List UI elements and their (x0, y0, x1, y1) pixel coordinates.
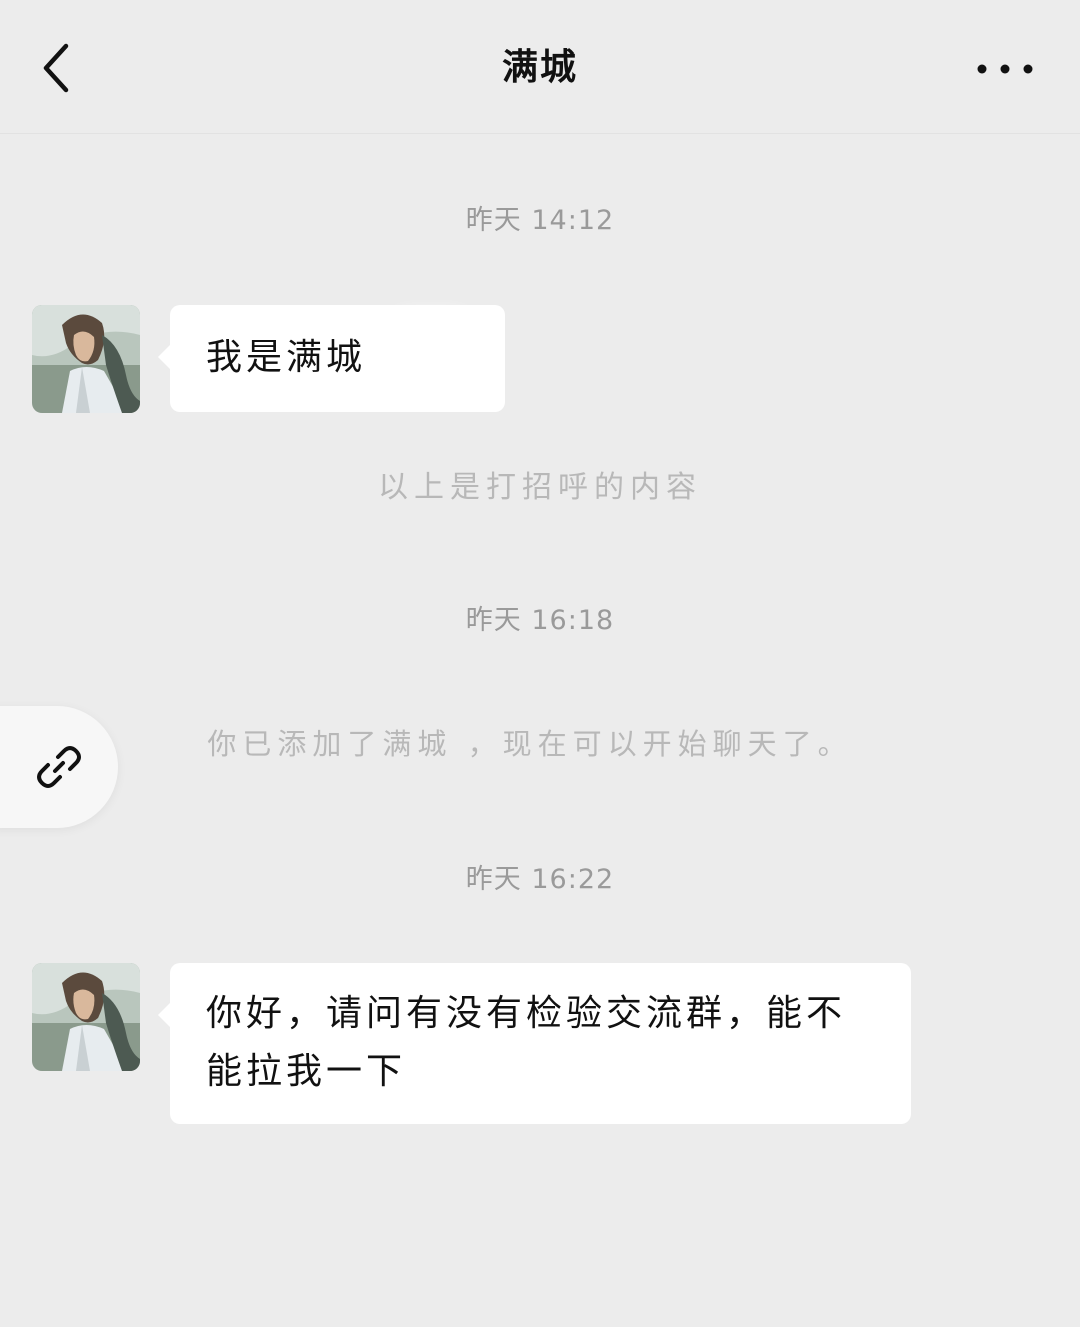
greeting-note: 以上是打招呼的内容 (378, 470, 702, 505)
avatar[interactable] (32, 305, 140, 413)
more-options-button[interactable] (970, 44, 1040, 94)
chat-header: 满城 (0, 0, 1080, 134)
added-friend-note: 你已添加了满城 ，现在可以开始聊天了。 (207, 727, 853, 761)
message-text: 我是满城 (206, 337, 367, 378)
chat-title: 满城 (501, 47, 578, 88)
timestamp: 昨天 16:22 (465, 864, 615, 895)
message-bubble[interactable]: 我是满城 (158, 305, 505, 412)
avatar-image (32, 305, 140, 413)
timestamp: 昨天 14:12 (465, 205, 615, 236)
message-bubble[interactable]: 你好，请问有没有检验交流群，能不能拉我一下 (158, 963, 911, 1124)
avatar-image (32, 963, 140, 1071)
avatar[interactable] (32, 963, 140, 1071)
redaction-blur (385, 322, 477, 384)
message-text: 你好，请问有没有检验交流群，能不能拉我一下 (206, 993, 847, 1092)
timestamp: 昨天 16:18 (465, 605, 615, 636)
more-dots-icon (977, 64, 1033, 74)
